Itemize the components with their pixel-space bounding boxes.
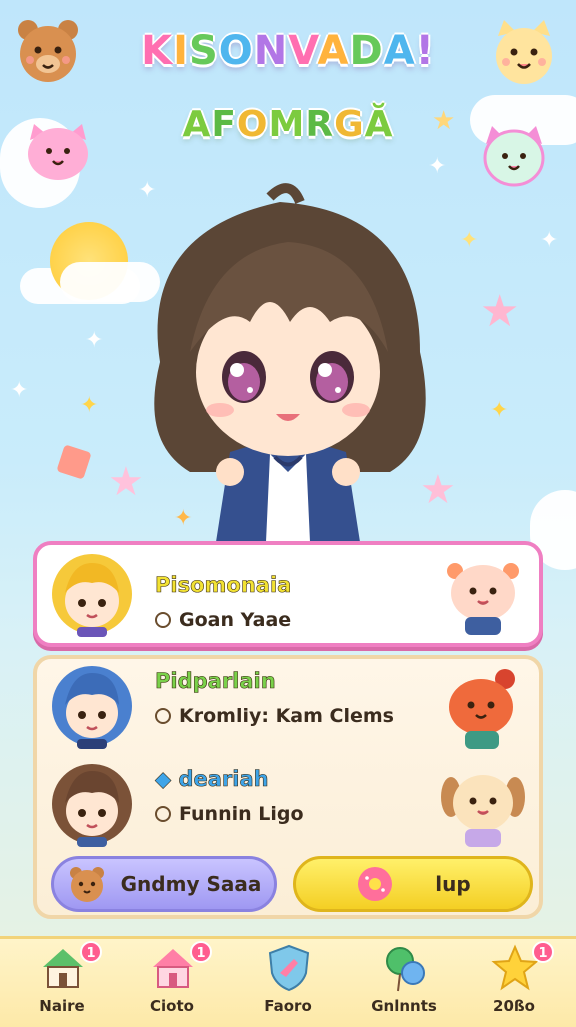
- player-status: Funnin Ligo: [155, 803, 304, 825]
- balloon-icon: [386, 947, 425, 992]
- sparkle-icon: ✦: [540, 228, 559, 253]
- notification-badge: 1: [532, 941, 554, 963]
- bear-icon: [69, 867, 104, 902]
- sparkle-icon: ✦: [490, 398, 509, 423]
- nav-label: 20ßo: [493, 997, 535, 1015]
- bottom-nav: 1 Naire 1 Cioto Faoro Gnlnnts 1 20ßo: [0, 936, 576, 1027]
- shield-icon: [268, 944, 310, 992]
- right-action-label: lup: [435, 872, 471, 896]
- list-item[interactable]: Pidparlain Kromliy: Kam Clems: [37, 661, 539, 753]
- player-name-text: deariah: [178, 767, 269, 792]
- game-title: KISONVADA!: [141, 28, 435, 74]
- mint-mascot-icon: [483, 126, 545, 187]
- sparkle-icon: ✦: [85, 328, 104, 353]
- player-status: Goan Yaae: [155, 609, 291, 631]
- player-name: Pidparlain: [155, 669, 276, 694]
- left-action-button[interactable]: Gndmy Saaa: [51, 856, 277, 912]
- nav-label: Faoro: [264, 997, 312, 1015]
- pet-red-creature-icon: [449, 669, 515, 749]
- player-card-highlight[interactable]: Pisomonaia Goan Yaae: [33, 541, 543, 647]
- coin-icon: [155, 806, 171, 822]
- pink-mascot-icon: [28, 124, 88, 180]
- gem-icon: [56, 444, 92, 480]
- player-status-text: Kromliy: Kam Clems: [179, 705, 394, 727]
- coin-icon: [155, 708, 171, 724]
- player-status-text: Goan Yaae: [179, 609, 292, 631]
- main-character[interactable]: [120, 172, 456, 552]
- player-avatar: [52, 554, 132, 637]
- nav-item-events[interactable]: Gnlnnts: [356, 939, 452, 1027]
- nav-label: Cioto: [150, 997, 194, 1015]
- nav-item-rewards[interactable]: 1 20ßo: [466, 939, 562, 1027]
- notification-badge: 1: [80, 941, 102, 963]
- nav-item-shield[interactable]: Faoro: [240, 939, 336, 1027]
- sparkle-icon: ◆: [155, 767, 172, 792]
- list-item[interactable]: ◆ deariah Funnin Ligo: [37, 759, 539, 851]
- sparkle-icon: ✦: [80, 393, 99, 418]
- nav-item-shop[interactable]: 1 Cioto: [124, 939, 220, 1027]
- player-name: ◆ deariah: [155, 767, 269, 792]
- sparkle-icon: ✦: [460, 228, 479, 253]
- left-action-label: Gndmy Saaa: [120, 872, 262, 896]
- pet-puppy-icon: [441, 775, 525, 847]
- notification-badge: 1: [190, 941, 212, 963]
- pet-axolotl-icon: [447, 563, 519, 635]
- right-action-button[interactable]: lup: [293, 856, 533, 912]
- player-avatar: [52, 764, 132, 847]
- nav-item-home[interactable]: 1 Naire: [14, 939, 110, 1027]
- player-status-text: Funnin Ligo: [179, 803, 304, 825]
- player-status: Kromliy: Kam Clems: [155, 705, 394, 727]
- nav-label: Naire: [39, 997, 85, 1015]
- coin-icon: [155, 612, 171, 628]
- nav-label: Gnlnnts: [371, 997, 437, 1015]
- cat-mascot-icon: [496, 20, 552, 84]
- sparkle-icon: ✦: [10, 378, 29, 403]
- player-list-panel: Pidparlain Kromliy: Kam Clems ◆ deariah …: [33, 655, 543, 919]
- star-icon: ★: [480, 286, 520, 337]
- donut-icon: [358, 867, 393, 901]
- player-avatar: [52, 666, 132, 749]
- bear-mascot-icon: [18, 20, 78, 82]
- game-subtitle: AFOMRGĂ: [182, 104, 394, 145]
- player-name: Pisomonaia: [155, 573, 292, 598]
